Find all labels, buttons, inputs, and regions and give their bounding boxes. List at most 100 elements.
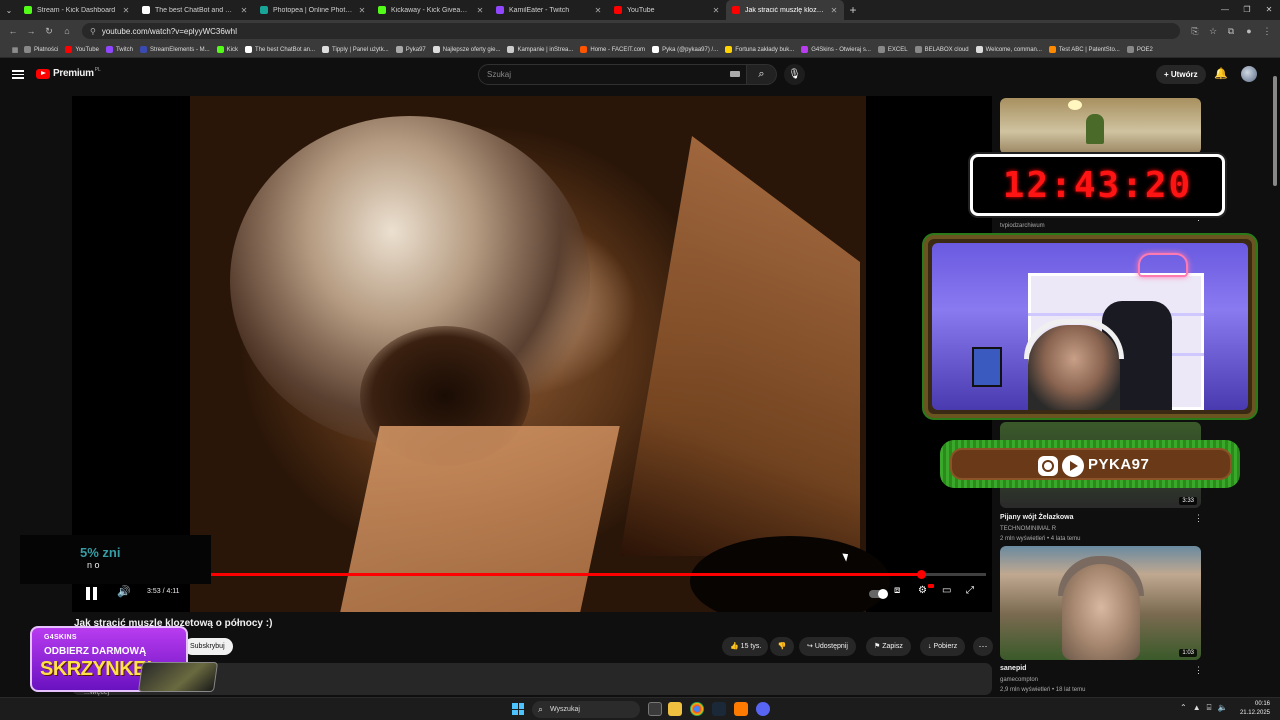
install-app-icon[interactable]: ⎘ xyxy=(1186,26,1204,37)
extensions-icon[interactable]: ⧉ xyxy=(1222,26,1240,37)
save-button[interactable]: ⚑ Zapisz xyxy=(866,637,911,656)
site-info-icon[interactable]: ⚲ xyxy=(90,27,96,36)
forward-icon[interactable]: → xyxy=(22,26,40,36)
app-icon[interactable] xyxy=(734,702,748,716)
network-icon[interactable]: ⌸ xyxy=(1207,703,1212,713)
bookmark-item[interactable]: Test ABC | PatentSto... xyxy=(1048,46,1120,53)
bookmark-item[interactable]: Tipply | Panel użytk... xyxy=(322,46,389,53)
tray-app-icon[interactable]: ▲ xyxy=(1193,703,1201,713)
scrollbar-thumb[interactable] xyxy=(1273,76,1277,186)
browser-menu-icon[interactable]: ⋮ xyxy=(1258,26,1276,37)
bookmark-item[interactable]: Kampanie | inStrea... xyxy=(507,46,573,53)
page-scrollbar[interactable] xyxy=(1271,62,1279,698)
reload-icon[interactable]: ↻ xyxy=(40,26,58,37)
bookmark-item[interactable]: Twitch xyxy=(105,46,133,53)
volume-icon[interactable]: 🔊 xyxy=(117,585,131,598)
microphone-icon[interactable]: 🎙 xyxy=(784,64,805,85)
recommendation-menu-icon[interactable]: ⋮ xyxy=(1194,665,1203,676)
file-explorer-icon[interactable] xyxy=(668,702,682,716)
bookmark-label: Pyka (@pykaa97) /... xyxy=(662,46,719,53)
bookmark-item[interactable]: The best ChatBot an... xyxy=(244,46,315,53)
restore-icon[interactable]: ❐ xyxy=(1236,0,1258,20)
video-thumbnail[interactable]: 1:03 xyxy=(1000,546,1201,660)
back-icon[interactable]: ← xyxy=(4,26,22,36)
chrome-icon[interactable] xyxy=(690,702,704,716)
minimize-icon[interactable]: — xyxy=(1214,0,1236,20)
pause-icon[interactable] xyxy=(86,587,98,600)
bookmark-item[interactable]: YouTube xyxy=(65,46,99,53)
subscribe-button[interactable]: Subskrybuj xyxy=(184,638,233,655)
browser-tab[interactable]: The best ChatBot and Widgets ✕ xyxy=(136,0,254,20)
browser-tab[interactable]: YouTube ✕ xyxy=(608,0,726,20)
tab-close-icon[interactable]: ✕ xyxy=(476,6,484,15)
apps-grid-icon[interactable]: ▦ xyxy=(6,46,24,54)
bookmark-item[interactable]: Kick xyxy=(216,46,238,53)
new-tab-button[interactable]: + xyxy=(844,3,862,17)
more-actions-button[interactable]: ⋯ xyxy=(973,637,993,656)
video-thumbnail[interactable] xyxy=(1000,98,1201,154)
subtitles-icon[interactable]: ⧈ xyxy=(894,585,900,596)
taskbar-search[interactable]: Wyszukaj xyxy=(532,701,640,718)
bookmark-item[interactable]: Pyka (@pykaa97) /... xyxy=(652,46,718,53)
bookmark-item[interactable]: POE2 xyxy=(1126,46,1153,53)
bookmark-item[interactable]: Najlepsze oferty gie... xyxy=(432,46,500,53)
home-icon[interactable]: ⌂ xyxy=(58,26,76,36)
create-button[interactable]: + Utwórz xyxy=(1156,65,1206,84)
tab-close-icon[interactable]: ✕ xyxy=(712,6,720,15)
browser-tab[interactable]: Kickaway - Kick Giveaway Tool ✕ xyxy=(372,0,490,20)
bookmark-item[interactable]: EXCEL xyxy=(877,46,908,53)
discord-icon[interactable] xyxy=(756,702,770,716)
notifications-bell-icon[interactable]: 🔔 xyxy=(1214,67,1228,80)
tab-close-icon[interactable]: ✕ xyxy=(358,6,366,15)
bookmark-item[interactable]: StreamElements - M... xyxy=(139,46,210,53)
tab-close-icon[interactable]: ✕ xyxy=(830,6,838,15)
bookmark-item[interactable]: BELABOX cloud xyxy=(914,46,969,53)
bookmark-item[interactable]: Welcome, comman... xyxy=(975,46,1042,53)
bookmark-item[interactable]: Fortuna zakłady buk... xyxy=(725,46,794,53)
tab-close-icon[interactable]: ✕ xyxy=(594,6,602,15)
scrubber-handle[interactable] xyxy=(917,570,927,579)
close-window-icon[interactable]: ✕ xyxy=(1258,0,1280,20)
tab-close-icon[interactable]: ✕ xyxy=(240,6,248,15)
bookmark-item[interactable]: Płatności xyxy=(24,46,58,53)
bookmark-item[interactable]: G4Skins - Otwieraj s... xyxy=(801,46,871,53)
miniplayer-icon[interactable]: ▭ xyxy=(942,585,951,596)
steam-icon[interactable] xyxy=(712,702,726,716)
bookmark-favicon-icon xyxy=(395,46,403,53)
tab-search-icon[interactable]: ⌄ xyxy=(0,6,18,15)
bookmark-item[interactable]: Pyka97 xyxy=(395,46,426,53)
taskbar-clock[interactable]: 00:16 21.12.2025 xyxy=(1240,700,1270,718)
bookmark-favicon-icon xyxy=(105,46,113,53)
like-button[interactable]: 👍 15 tys. xyxy=(722,637,768,656)
address-bar[interactable]: ⚲ youtube.com/watch?v=eplyyWC36whI xyxy=(82,23,1180,39)
search-input[interactable]: Szukaj xyxy=(478,64,747,85)
browser-tab[interactable]: KamilEater - Twitch ✕ xyxy=(490,0,608,20)
bookmark-star-icon[interactable]: ☆ xyxy=(1204,26,1222,37)
recommendation-menu-icon[interactable]: ⋮ xyxy=(1194,513,1203,524)
download-button[interactable]: ↓ Pobierz xyxy=(920,637,966,656)
bookmark-item[interactable]: Home - FACEIT.com xyxy=(580,46,645,53)
hamburger-menu-icon[interactable] xyxy=(12,68,24,80)
tab-close-icon[interactable]: ✕ xyxy=(122,6,130,15)
browser-tab[interactable]: Jak stracić muszlę klozetową ✕ xyxy=(726,0,844,20)
task-view-icon[interactable] xyxy=(648,702,662,716)
recommendation-title[interactable]: Pijany wójt Żelazkowa xyxy=(1000,514,1074,521)
dislike-button[interactable]: 👎 xyxy=(770,637,794,656)
browser-tab[interactable]: Stream - Kick Dashboard ✕ xyxy=(18,0,136,20)
progress-bar[interactable] xyxy=(84,570,986,579)
keyboard-icon[interactable] xyxy=(730,71,740,77)
windows-start-icon[interactable] xyxy=(512,703,524,715)
speaker-icon[interactable]: 🔈 xyxy=(1217,703,1227,713)
video-duration: 3:33 xyxy=(1179,497,1197,505)
settings-gear-icon[interactable]: ⚙ xyxy=(918,585,927,596)
youtube-logo[interactable]: Premium PL xyxy=(36,67,101,79)
tray-chevron-icon[interactable]: ⌃ xyxy=(1180,703,1187,713)
avatar[interactable] xyxy=(1241,66,1257,82)
fullscreen-icon[interactable]: ⤢ xyxy=(966,585,974,596)
search-button[interactable]: ⌕ xyxy=(747,64,777,85)
recommendation-title[interactable]: sanepid xyxy=(1000,665,1026,672)
profile-icon[interactable]: ● xyxy=(1240,26,1258,36)
autoplay-toggle[interactable] xyxy=(869,589,888,599)
share-button[interactable]: ↪ Udostępnij xyxy=(799,637,856,656)
browser-tab[interactable]: Photopea | Online Photo Editor ✕ xyxy=(254,0,372,20)
